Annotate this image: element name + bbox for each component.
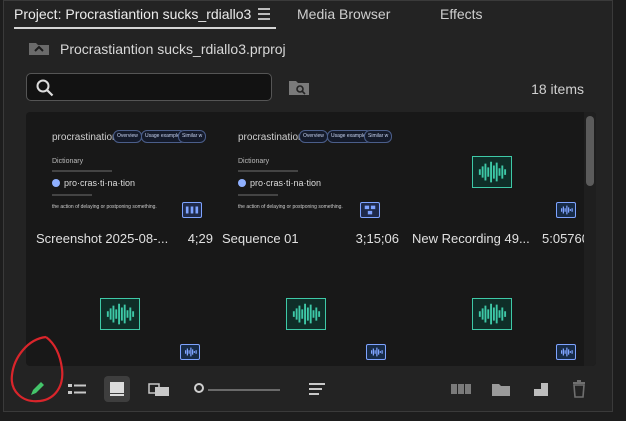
waveform-icon xyxy=(472,156,512,188)
thumb-definition: the action of delaying or postponing som… xyxy=(52,204,157,210)
thumb-title: procrastination xyxy=(52,132,118,143)
audio-badge-icon xyxy=(556,202,576,218)
screenshot-thumbnail: procrastination Overview Usage examples … xyxy=(36,118,211,221)
pencil-icon[interactable] xyxy=(24,376,50,402)
audio-badge-icon xyxy=(366,344,386,360)
speaker-icon xyxy=(238,179,246,187)
find-icon[interactable] xyxy=(288,78,310,96)
tab-media-browser[interactable]: Media Browser xyxy=(297,6,390,22)
search-box[interactable] xyxy=(26,73,272,101)
item-duration: 5:05760 xyxy=(542,231,589,246)
item-name: Sequence 01 xyxy=(222,231,299,246)
item-grid: procrastination Overview Usage examples … xyxy=(26,112,596,366)
tab-effects[interactable]: Effects xyxy=(440,6,483,22)
thumb-definition: the action of delaying or postponing som… xyxy=(238,204,343,210)
audio-thumbnail xyxy=(412,258,587,361)
project-file-row: Procrastiantion sucks_rdiallo3.prproj xyxy=(4,36,612,62)
scrollbar-thumb[interactable] xyxy=(586,116,594,186)
grid-item[interactable] xyxy=(36,254,211,366)
grid-scrollbar[interactable] xyxy=(584,112,596,366)
waveform-icon xyxy=(100,298,140,330)
panel-tabs: Project: Procrastiantion sucks_rdiallo3 … xyxy=(4,1,612,29)
grid-item[interactable] xyxy=(412,254,587,366)
items-count: 18 items xyxy=(531,81,584,97)
bottom-toolbar xyxy=(4,373,612,407)
speaker-icon xyxy=(52,179,60,187)
item-duration: 4;29 xyxy=(187,231,213,246)
tab-project[interactable]: Project: Procrastiantion sucks_rdiallo3 xyxy=(14,6,251,22)
waveform-icon xyxy=(286,298,326,330)
grid-item[interactable]: procrastination Overview Usage examples … xyxy=(36,114,213,249)
grid-item[interactable]: New Recording 49... 5:05760 xyxy=(412,114,589,249)
grid-item[interactable]: procrastination Overview Usage examples … xyxy=(222,114,399,249)
thumb-word: pro·cras·ti·na·tion xyxy=(250,178,322,188)
audio-thumbnail xyxy=(412,118,587,221)
waveform-icon xyxy=(472,298,512,330)
freeform-view-icon[interactable] xyxy=(146,376,172,402)
zoom-slider[interactable] xyxy=(208,389,280,391)
grid-item[interactable] xyxy=(222,254,397,366)
sequence-badge-icon xyxy=(182,202,202,218)
list-view-icon[interactable] xyxy=(64,376,90,402)
panel-menu-icon[interactable] xyxy=(258,8,270,20)
bin-up-icon[interactable] xyxy=(28,40,50,56)
zoom-slider-knob[interactable] xyxy=(194,383,204,393)
new-bin-icon[interactable] xyxy=(488,376,514,402)
thumb-word: pro·cras·ti·na·tion xyxy=(64,178,136,188)
thumb-pill: Similar w xyxy=(178,130,207,143)
thumb-pill: Similar w xyxy=(364,130,393,143)
item-duration: 3;15;06 xyxy=(355,231,399,246)
audio-thumbnail xyxy=(36,258,211,361)
thumb-pill: Overview xyxy=(113,130,142,143)
audio-thumbnail xyxy=(222,258,397,361)
thumb-title: procrastination xyxy=(238,132,304,143)
project-panel: Project: Procrastiantion sucks_rdiallo3 … xyxy=(3,0,613,412)
search-icon xyxy=(36,79,54,97)
audio-badge-icon xyxy=(180,344,200,360)
icon-view-icon[interactable] xyxy=(104,376,130,402)
thumb-pill: Overview xyxy=(299,130,328,143)
item-name: Screenshot 2025-08-... xyxy=(36,231,169,246)
audio-badge-icon xyxy=(556,344,576,360)
new-item-icon[interactable] xyxy=(528,376,554,402)
thumb-dictionary: Dictionary xyxy=(238,158,270,165)
item-name: New Recording 49... xyxy=(412,231,530,246)
sort-icon[interactable] xyxy=(304,376,330,402)
sequence-badge-icon xyxy=(360,202,380,218)
thumb-dictionary: Dictionary xyxy=(52,158,84,165)
screenshot-thumbnail: procrastination Overview Usage examples … xyxy=(222,118,397,221)
automate-to-sequence-icon[interactable] xyxy=(448,376,474,402)
active-tab-underline xyxy=(14,27,276,29)
search-input[interactable] xyxy=(61,77,265,99)
trash-icon[interactable] xyxy=(566,376,592,402)
project-file-name: Procrastiantion sucks_rdiallo3.prproj xyxy=(60,41,286,57)
